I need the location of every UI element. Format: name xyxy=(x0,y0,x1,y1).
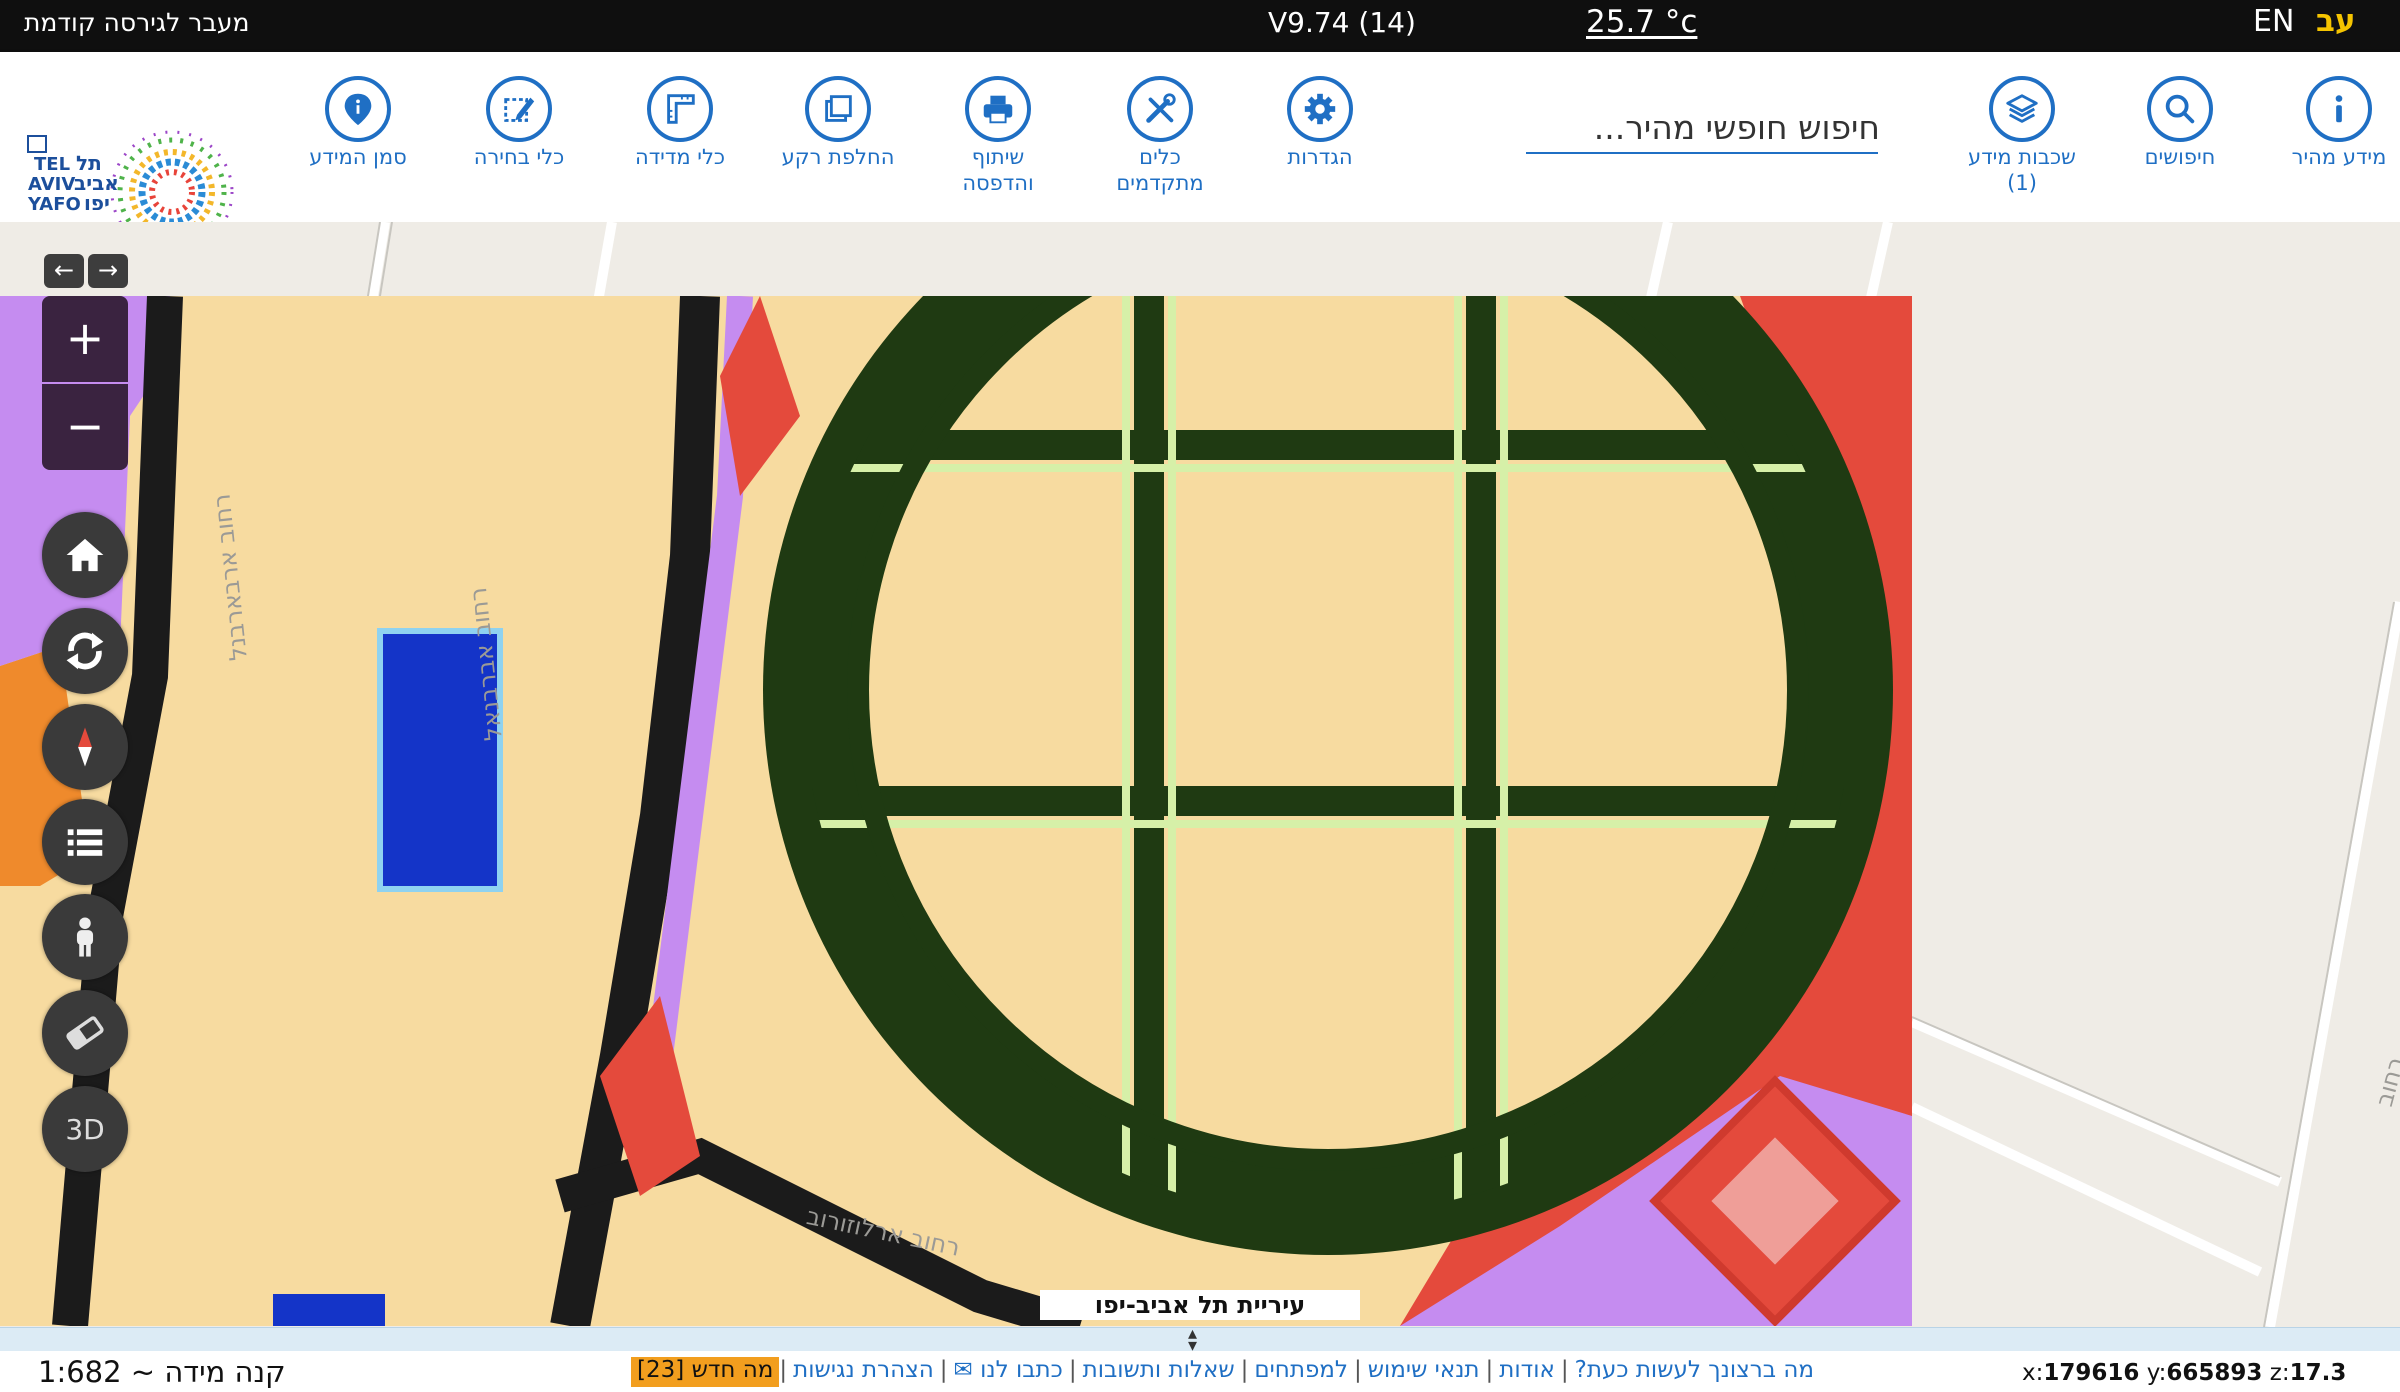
info-icon xyxy=(2306,76,2372,142)
tool-label: שכבות מידע (1) xyxy=(1968,145,2076,195)
map-pin-icon xyxy=(325,76,391,142)
footer-link-faq[interactable]: שאלות ותשובות xyxy=(1077,1357,1241,1387)
tool-label: הגדרות xyxy=(1287,145,1353,169)
tool-switch-background[interactable]: החלפת רקע xyxy=(758,76,918,170)
svg-text:AVIV: AVIV xyxy=(28,174,75,195)
footer-link-what-to-do[interactable]: מה ברצונך לעשות כעת? xyxy=(1569,1357,1820,1387)
tool-info-marker[interactable]: סמן המידע xyxy=(278,76,438,170)
search-icon xyxy=(2147,76,2213,142)
pegman-icon xyxy=(76,917,94,957)
tool-settings[interactable]: הגדרות xyxy=(1240,76,1400,170)
tool-layers[interactable]: שכבות מידע (1) xyxy=(1942,76,2102,196)
tool-label: כלי בחירה xyxy=(473,145,565,169)
tools-icon xyxy=(1127,76,1193,142)
coord-z-label: z: xyxy=(2269,1360,2290,1386)
language-he-button[interactable]: עב xyxy=(2316,3,2356,39)
municipal-emblem-icon xyxy=(27,135,47,153)
footer-link-about[interactable]: אודות xyxy=(1493,1357,1561,1387)
tool-label: כלי מדידה xyxy=(634,145,726,169)
whats-new-badge[interactable]: מה חדש [23] xyxy=(631,1357,780,1387)
tool-quick-info[interactable]: מידע מהיר xyxy=(2259,76,2400,170)
printer-icon xyxy=(965,76,1031,142)
logo-text: TEL AVIV YAFO תל אביב יפו xyxy=(27,151,119,215)
coord-z-value: 17.3 xyxy=(2289,1360,2347,1386)
street-view-button[interactable] xyxy=(42,894,128,980)
expand-collapse-icon: ▴ ▾ xyxy=(1188,1323,1198,1356)
refresh-button[interactable] xyxy=(42,608,128,694)
tool-select[interactable]: כלי בחירה xyxy=(439,76,599,170)
home-icon xyxy=(66,538,104,572)
quick-search-field[interactable] xyxy=(1526,100,1882,154)
footer-link-contact[interactable]: כתבו לנו ✉ xyxy=(948,1357,1069,1387)
map-scale: קנה מידה ~ 1:682 xyxy=(38,1355,286,1389)
legend-button[interactable] xyxy=(42,799,128,885)
land-use-overlay xyxy=(0,296,1912,1326)
tool-label: כלים מתקדמים xyxy=(1116,145,1204,195)
footer-link-terms[interactable]: תנאי שימוש xyxy=(1362,1357,1486,1387)
zoom-out-button[interactable]: − xyxy=(42,384,128,470)
temperature-link[interactable]: 25.7 °c xyxy=(1586,4,1697,40)
version-label: V9.74 (14) xyxy=(1268,6,1416,39)
top-bar: מעבר לגירסה קודמת V9.74 (14) 25.7 °c EN … xyxy=(0,0,2400,52)
layers-icon xyxy=(1989,76,2055,142)
tool-label: שיתוף והדפסה xyxy=(962,145,1034,195)
footer-link-accessibility[interactable]: הצהרת נגישות xyxy=(787,1357,940,1387)
tool-label: סמן המידע xyxy=(309,145,407,169)
switch-background-icon xyxy=(805,76,871,142)
select-edit-icon xyxy=(486,76,552,142)
city-label: עיריית תל אביב-יפו xyxy=(1040,1290,1360,1320)
svg-text:יפו: יפו xyxy=(84,191,110,215)
main-toolbar: TEL AVIV YAFO תל אביב יפו מידע מהיר חיפו… xyxy=(0,52,2400,254)
compass-icon xyxy=(78,727,92,767)
tool-label: החלפת רקע xyxy=(781,145,895,169)
eraser-icon xyxy=(66,1016,104,1050)
history-forward-button[interactable]: → xyxy=(88,254,128,288)
tool-measure[interactable]: כלי מדידה xyxy=(600,76,760,170)
list-icon xyxy=(67,829,103,856)
history-back-button[interactable]: ← xyxy=(44,254,84,288)
tool-searches[interactable]: חיפושים xyxy=(2100,76,2260,170)
tool-share-print[interactable]: שיתוף והדפסה xyxy=(918,76,1078,196)
footer-bar: קנה מידה ~ 1:682 מה ברצונך לעשות כעת? | א… xyxy=(0,1351,2400,1392)
map-view[interactable]: רחוב ארבארבנל רחוב אברבנאל רחוב ארלוזורו… xyxy=(0,222,2400,1327)
footer-links: מה ברצונך לעשות כעת? | אודות | תנאי שימוש |… xyxy=(580,1357,1820,1387)
home-button[interactable] xyxy=(42,512,128,598)
eraser-button[interactable] xyxy=(42,990,128,1076)
3d-toggle-button[interactable]: 3D xyxy=(42,1086,128,1172)
quick-search-input[interactable] xyxy=(1526,100,1882,154)
language-en-button[interactable]: EN xyxy=(2253,4,2294,39)
cursor-coordinates: x:179616 y:665893 z:17.3 xyxy=(2022,1360,2346,1386)
ruler-icon xyxy=(647,76,713,142)
svg-text:TEL: TEL xyxy=(34,154,70,175)
zoom-in-button[interactable]: + xyxy=(42,296,128,382)
coord-y-label: y: xyxy=(2146,1360,2167,1386)
tool-label: מידע מהיר xyxy=(2291,145,2387,169)
refresh-icon xyxy=(66,632,104,670)
tool-label: חיפושים xyxy=(2144,145,2216,169)
coord-y-value: 665893 xyxy=(2166,1360,2263,1386)
svg-text:YAFO: YAFO xyxy=(27,194,81,215)
previous-version-link[interactable]: מעבר לגירסה קודמת xyxy=(24,8,249,37)
footer-link-developers[interactable]: למפתחים xyxy=(1248,1357,1354,1387)
coord-x-value: 179616 xyxy=(2043,1360,2140,1386)
compass-button[interactable] xyxy=(42,704,128,790)
coord-x-label: x: xyxy=(2022,1360,2044,1386)
gear-icon xyxy=(1287,76,1353,142)
tool-advanced[interactable]: כלים מתקדמים xyxy=(1080,76,1240,196)
bottom-panel-handle[interactable]: ▴ ▾ xyxy=(0,1323,2400,1356)
